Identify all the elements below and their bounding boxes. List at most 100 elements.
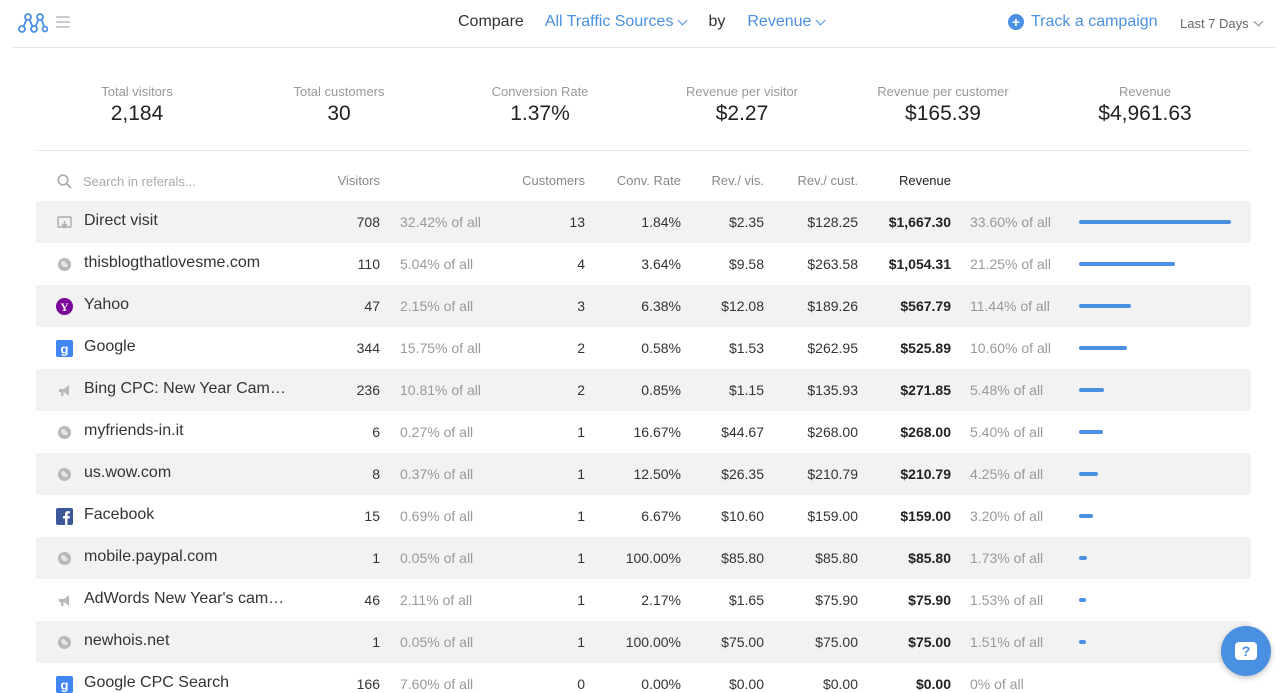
source-name[interactable]: thisblogthatlovesme.com [84, 254, 260, 272]
revenue-value: $525.89 [900, 340, 951, 356]
source-name[interactable]: us.wow.com [84, 464, 171, 482]
revenue-percent: 11.44% of all [970, 298, 1050, 314]
stat-value: $4,961.63 [1098, 102, 1192, 125]
revenue-share-bar [1079, 472, 1098, 476]
table-row[interactable]: mobile.paypal.com 1 0.05% of all 1 100.00% $8… [36, 537, 1251, 579]
source-name[interactable]: Direct visit [84, 212, 158, 230]
visitors-percent: 2.15% of all [400, 298, 474, 314]
visitors-percent: 2.11% of all [400, 592, 473, 608]
search-referrals-input[interactable] [83, 170, 283, 192]
chevron-down-icon [815, 15, 826, 25]
conversion-rate: 0.00% [641, 676, 681, 692]
source-name[interactable]: Yahoo [84, 296, 129, 314]
source-name[interactable]: Google CPC Search [84, 674, 229, 692]
revenue-value: $1,667.30 [888, 214, 951, 230]
source-name[interactable]: newhois.net [84, 632, 169, 650]
revenue-share-bar [1079, 514, 1093, 518]
revenue-percent: 1.53% of all [970, 592, 1044, 608]
megaphone-icon [56, 382, 73, 399]
conversion-rate: 6.67% [641, 508, 681, 524]
revenue-per-customer: $75.90 [815, 592, 858, 608]
stat-label: Conversion Rate [491, 84, 589, 99]
track-campaign-button[interactable]: + Track a campaign [1008, 13, 1158, 31]
source-name[interactable]: AdWords New Year's cam… [84, 590, 284, 608]
visitors-count: 236 [356, 382, 380, 398]
table-row[interactable]: g Google 344 15.75% of all 2 0.58% $1.53 $262.9… [36, 327, 1251, 369]
source-name[interactable]: mobile.paypal.com [84, 548, 217, 566]
revenue-share-bar [1079, 304, 1131, 308]
table-row[interactable]: Y Yahoo 47 2.15% of all 3 6.38% $12.08 $189.26 $… [36, 285, 1251, 327]
column-header-rev-cust[interactable]: Rev./ cust. [798, 173, 858, 188]
revenue-percent: 1.73% of all [970, 550, 1044, 566]
visitors-percent: 0.27% of all [400, 424, 474, 440]
revenue-per-customer: $263.58 [807, 256, 858, 272]
customers-count: 1 [577, 592, 585, 608]
source-name[interactable]: Bing CPC: New Year Cam… [84, 380, 286, 398]
column-header-rev-vis[interactable]: Rev./ vis. [712, 173, 765, 188]
table-row[interactable]: us.wow.com 8 0.37% of all 1 12.50% $26.35 $210… [36, 453, 1251, 495]
revenue-per-customer: $85.80 [815, 550, 858, 566]
visitors-count: 47 [364, 298, 380, 314]
megaphone-icon [56, 592, 73, 609]
source-name[interactable]: myfriends-in.it [84, 422, 184, 440]
table-row[interactable]: Facebook 15 0.69% of all 1 6.67% $10.60 $159.0… [36, 495, 1251, 537]
table-row[interactable]: thisblogthatlovesme.com 110 5.04% of all 4 3… [36, 243, 1251, 285]
search-icon [57, 174, 72, 189]
customers-count: 4 [577, 256, 585, 272]
visitors-count: 6 [372, 424, 380, 440]
table-row[interactable]: myfriends-in.it 6 0.27% of all 1 16.67% $44.6… [36, 411, 1251, 453]
revenue-percent: 0% of all [970, 676, 1024, 692]
column-header-visitors[interactable]: Visitors [338, 173, 380, 188]
conversion-rate: 16.67% [633, 424, 681, 440]
visitors-count: 15 [364, 508, 380, 524]
visitors-percent: 0.05% of all [400, 634, 474, 650]
chat-help-icon: ? [1235, 642, 1257, 660]
column-header-conv-rate[interactable]: Conv. Rate [617, 173, 681, 188]
conversion-rate: 3.64% [641, 256, 681, 272]
stat-value: 1.37% [510, 102, 570, 125]
traffic-source-dropdown[interactable]: All Traffic Sources [545, 13, 688, 31]
revenue-per-visitor: $2.35 [728, 214, 764, 230]
metric-value: Revenue [747, 13, 812, 30]
metric-dropdown[interactable]: Revenue [747, 13, 826, 31]
table-row[interactable]: AdWords New Year's cam… 46 2.11% of all 1 2.… [36, 579, 1251, 621]
table-row[interactable]: newhois.net 1 0.05% of all 1 100.00% $75.00 $7… [36, 621, 1251, 663]
column-header-customers[interactable]: Customers [522, 173, 585, 188]
yahoo-icon: Y [56, 298, 73, 315]
app-logo-icon[interactable] [18, 11, 48, 35]
customers-count: 1 [577, 466, 585, 482]
google-icon: g [56, 676, 73, 693]
globe-icon [56, 550, 73, 567]
revenue-per-visitor: $85.80 [721, 550, 764, 566]
revenue-percent: 33.60% of all [970, 214, 1051, 230]
visitors-percent: 15.75% of all [400, 340, 481, 356]
chat-help-button[interactable]: ? [1221, 626, 1271, 676]
table-row[interactable]: Direct visit 708 32.42% of all 13 1.84% $2.35… [36, 201, 1251, 243]
source-name[interactable]: Google [84, 338, 136, 356]
top-bar: Compare All Traffic Sources by Revenue +… [12, 0, 1276, 48]
conversion-rate: 100.00% [625, 634, 681, 650]
stat-value: 2,184 [110, 102, 164, 125]
column-header-revenue[interactable]: Revenue [899, 173, 951, 188]
compare-label: Compare [458, 13, 524, 30]
revenue-share-bar [1079, 556, 1087, 560]
stat-revenue-per-customer: Revenue per customer $165.39 [843, 84, 1043, 126]
stat-label: Total customers [293, 84, 385, 99]
svg-text:g: g [61, 342, 69, 357]
stat-value: 30 [327, 102, 351, 125]
source-name[interactable]: Facebook [84, 506, 154, 524]
table-row[interactable]: g Google CPC Search 166 7.60% of all 0 0.00% $… [36, 663, 1251, 693]
conversion-rate: 2.17% [641, 592, 681, 608]
revenue-value: $75.90 [908, 592, 951, 608]
conversion-rate: 12.50% [633, 466, 681, 482]
visitors-count: 708 [356, 214, 380, 230]
stat-conversion-rate: Conversion Rate 1.37% [440, 84, 640, 126]
hamburger-menu-icon[interactable] [56, 16, 70, 28]
visitors-count: 46 [364, 592, 380, 608]
table-row[interactable]: Bing CPC: New Year Cam… 236 10.81% of all 2… [36, 369, 1251, 411]
revenue-value: $85.80 [908, 550, 951, 566]
date-range-dropdown[interactable]: Last 7 Days [1180, 16, 1264, 31]
visitors-count: 344 [356, 340, 380, 356]
visitors-count: 166 [356, 676, 380, 692]
revenue-percent: 5.40% of all [970, 424, 1044, 440]
